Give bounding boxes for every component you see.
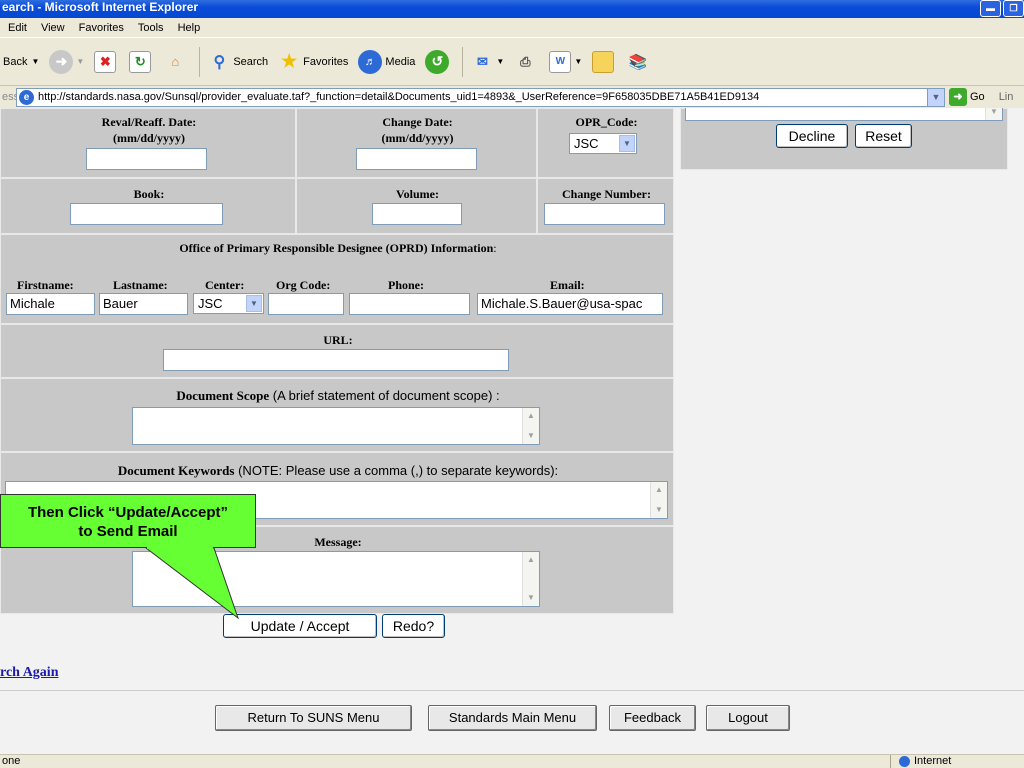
forward-arrow-icon: ➜ — [49, 49, 74, 74]
security-zone: Internet — [890, 755, 1024, 768]
edit-button[interactable]: W ▼ — [549, 45, 582, 79]
print-button[interactable]: ⎙ — [514, 45, 539, 79]
word-icon: W — [549, 50, 572, 73]
menu-bar: Edit View Favorites Tools Help — [0, 18, 1024, 38]
toolbar: Back ▼ ➜ ▼ ✖ ↻ ⌂ ⚲ Search ★ Favorites ♬ … — [0, 38, 1024, 86]
forward-button[interactable]: ➜ ▼ — [49, 45, 84, 79]
page-content: Reval/Reaff. Date: (mm/dd/yyyy) Change D… — [0, 108, 1024, 754]
search-icon: ⚲ — [213, 53, 226, 71]
globe-icon — [899, 756, 910, 767]
menu-help[interactable]: Help — [178, 22, 201, 34]
chevron-down-icon: ▼ — [574, 57, 583, 66]
home-icon: ⌂ — [171, 54, 180, 69]
menu-edit[interactable]: Edit — [8, 22, 27, 34]
stop-button[interactable]: ✖ — [94, 45, 119, 79]
refresh-icon: ↻ — [129, 50, 152, 73]
callout-pointer — [144, 547, 240, 620]
status-text: one — [2, 755, 21, 767]
address-label: ess — [2, 91, 20, 103]
reset-button[interactable]: Reset — [855, 124, 912, 148]
menu-favorites[interactable]: Favorites — [79, 22, 124, 34]
favorites-button[interactable]: ★ Favorites — [278, 45, 348, 79]
scrollbar[interactable]: ▼ — [985, 108, 1002, 120]
status-bar: one Internet — [0, 754, 1024, 768]
history-button[interactable]: ↺ — [425, 45, 452, 79]
star-icon: ★ — [281, 51, 298, 71]
go-arrow-icon: ➜ — [949, 88, 967, 106]
window-title: earch - Microsoft Internet Explorer — [2, 0, 199, 14]
go-button[interactable]: ➜ Go — [949, 88, 985, 106]
feedback-button[interactable]: Feedback — [609, 705, 696, 731]
back-button[interactable]: Back ▼ — [3, 45, 39, 79]
address-bar: ess e http://standards.nasa.gov/Sunsql/p… — [0, 86, 1024, 108]
standards-main-menu-button[interactable]: Standards Main Menu — [428, 705, 597, 731]
decline-button[interactable]: Decline — [776, 124, 848, 148]
restore-button[interactable]: ❐ — [1003, 0, 1024, 17]
home-button[interactable]: ⌂ — [164, 45, 189, 79]
return-suns-menu-button[interactable]: Return To SUNS Menu — [215, 705, 412, 731]
minimize-button[interactable]: ▬ — [980, 0, 1001, 17]
chevron-down-icon: ▼ — [496, 57, 505, 66]
print-icon: ⎙ — [520, 53, 531, 69]
media-icon: ♬ — [358, 49, 383, 74]
ie-page-icon: e — [19, 89, 34, 105]
approval-panel: ▼ Decline Reset — [680, 108, 1008, 170]
window-title-bar: earch - Microsoft Internet Explorer ▬ ❐ — [0, 0, 1024, 18]
toolbar-separator — [462, 46, 464, 77]
chevron-down-icon[interactable]: ▼ — [927, 88, 944, 106]
mail-icon: ✉ — [476, 53, 488, 69]
chevron-down-icon: ▼ — [31, 57, 40, 66]
media-button[interactable]: ♬ Media — [358, 45, 415, 79]
mail-button[interactable]: ✉ ▼ — [471, 45, 504, 79]
folder-button[interactable] — [592, 45, 617, 79]
menu-tools[interactable]: Tools — [138, 22, 164, 34]
search-button[interactable]: ⚲ Search — [208, 45, 268, 79]
address-url: http://standards.nasa.gov/Sunsql/provide… — [38, 91, 760, 103]
chevron-down-icon: ▼ — [76, 57, 85, 66]
research-button[interactable]: 📚 — [627, 45, 652, 79]
address-input[interactable]: e http://standards.nasa.gov/Sunsql/provi… — [16, 87, 945, 107]
scroll-down-icon[interactable]: ▼ — [987, 108, 1001, 119]
comment-textarea[interactable]: ▼ — [685, 108, 1003, 121]
history-icon: ↺ — [425, 49, 450, 74]
footer-bar: Return To SUNS Menu Standards Main Menu … — [0, 690, 1024, 750]
menu-view[interactable]: View — [41, 22, 65, 34]
folder-icon — [592, 50, 615, 73]
research-icon: 📚 — [628, 53, 648, 71]
refresh-button[interactable]: ↻ — [129, 45, 154, 79]
search-again-link[interactable]: rch Again — [0, 665, 58, 681]
logout-button[interactable]: Logout — [706, 705, 790, 731]
toolbar-separator — [199, 46, 201, 77]
links-label[interactable]: Lin — [999, 91, 1014, 103]
zone-label: Internet — [914, 755, 952, 767]
stop-icon: ✖ — [94, 50, 117, 73]
